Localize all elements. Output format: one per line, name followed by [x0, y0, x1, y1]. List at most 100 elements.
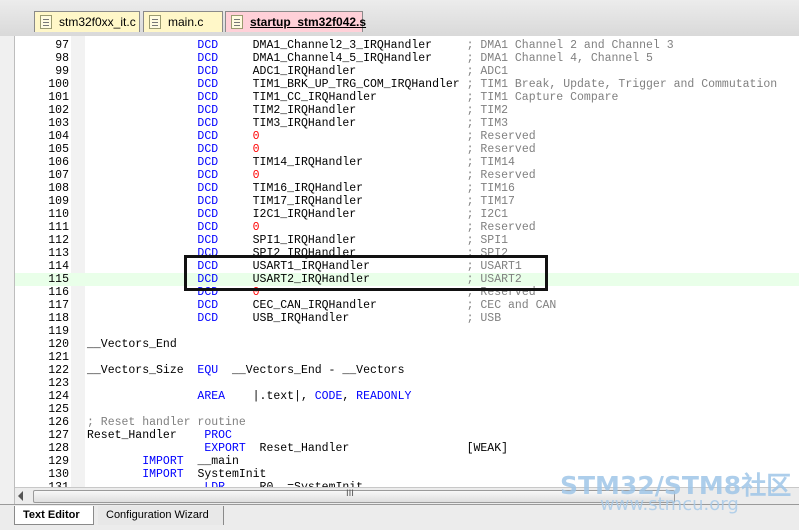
tab-label: stm32f0xx_it.c	[59, 15, 136, 29]
line-number: 109	[48, 195, 69, 208]
comment-token: ; Reserved	[466, 143, 536, 156]
code-line[interactable]: 97 DCD DMA1_Channel2_3_IRQHandler ; DMA1…	[15, 39, 799, 52]
keyword-token: DCD	[197, 195, 219, 208]
code-line[interactable]: 104 DCD 0 ; Reserved	[15, 130, 799, 143]
code-line[interactable]: 124 AREA |.text|, CODE, READONLY	[15, 390, 799, 403]
code-line[interactable]: 110 DCD I2C1_IRQHandler ; I2C1	[15, 208, 799, 221]
code-line[interactable]: 108 DCD TIM16_IRQHandler ; TIM16	[15, 182, 799, 195]
comment-token: ; Reserved	[466, 221, 536, 234]
code-token: SystemInit	[183, 468, 267, 481]
line-number: 126	[48, 416, 69, 429]
code-line[interactable]: 111 DCD 0 ; Reserved	[15, 221, 799, 234]
code-line[interactable]: 119	[15, 325, 799, 338]
code-token: __Vectors_End	[87, 338, 177, 351]
code-line[interactable]: 101 DCD TIM1_CC_IRQHandler ; TIM1 Captur…	[15, 91, 799, 104]
code-token: ,	[342, 390, 357, 403]
number-token: 0	[252, 169, 260, 182]
line-number: 108	[48, 182, 69, 195]
keyword-token: IMPORT	[142, 455, 184, 468]
line-number: 129	[48, 455, 69, 468]
code-line[interactable]: 103 DCD TIM3_IRQHandler ; TIM3	[15, 117, 799, 130]
tab-startup-file[interactable]: startup_stm32f042.s	[225, 11, 366, 32]
code-line[interactable]: 100 DCD TIM1_BRK_UP_TRG_COM_IRQHandler ;…	[15, 78, 799, 91]
keyword-token: READONLY	[356, 390, 412, 403]
line-code: DCD TIM3_IRQHandler ; TIM3	[87, 117, 508, 130]
line-code: DCD ADC1_IRQHandler ; ADC1	[87, 65, 508, 78]
keyword-token: DCD	[197, 208, 219, 221]
keyword-token: DCD	[197, 39, 219, 52]
scrollbar-grip: III	[346, 489, 354, 499]
keyword-token: DCD	[197, 65, 219, 78]
code-token: CEC_CAN_IRQHandler	[218, 299, 467, 312]
code-line[interactable]: 128 EXPORT Reset_Handler [WEAK]	[15, 442, 799, 455]
code-line[interactable]: 112 DCD SPI1_IRQHandler ; SPI1	[15, 234, 799, 247]
line-code: DCD I2C1_IRQHandler ; I2C1	[87, 208, 508, 221]
code-line[interactable]: 121	[15, 351, 799, 364]
code-line[interactable]: 109 DCD TIM17_IRQHandler ; TIM17	[15, 195, 799, 208]
code-line[interactable]: 102 DCD TIM2_IRQHandler ; TIM2	[15, 104, 799, 117]
line-code: DCD TIM1_CC_IRQHandler ; TIM1 Capture Co…	[87, 91, 618, 104]
line-code: IMPORT __main	[87, 455, 239, 468]
tab-stm32f0xx-it[interactable]: stm32f0xx_it.c	[34, 11, 140, 32]
code-token: Reset_Handler [WEAK]	[245, 442, 508, 455]
code-line[interactable]: 99 DCD ADC1_IRQHandler ; ADC1	[15, 65, 799, 78]
line-number: 113	[48, 247, 69, 260]
line-number: 118	[48, 312, 69, 325]
code-line[interactable]: 98 DCD DMA1_Channel4_5_IRQHandler ; DMA1…	[15, 52, 799, 65]
code-line[interactable]: 107 DCD 0 ; Reserved	[15, 169, 799, 182]
code-line[interactable]: 126 ; Reset handler routine	[15, 416, 799, 429]
tab-configuration-wizard[interactable]: Configuration Wizard	[98, 506, 224, 525]
annotation-box	[184, 255, 548, 291]
keyword-token: DCD	[197, 143, 219, 156]
file-tab-bar: stm32f0xx_it.c main.c startup_stm32f042.…	[0, 0, 799, 37]
line-number: 102	[48, 104, 69, 117]
code-token: TIM1_CC_IRQHandler	[218, 91, 467, 104]
code-token: TIM2_IRQHandler	[218, 104, 467, 117]
keyword-token: DCD	[197, 221, 219, 234]
comment-token: ; TIM3	[466, 117, 509, 130]
code-line[interactable]: 117 DCD CEC_CAN_IRQHandler ; CEC and CAN	[15, 299, 799, 312]
comment-token: ; TIM1 Capture Compare	[466, 91, 619, 104]
code-line[interactable]: 125	[15, 403, 799, 416]
tab-text-editor[interactable]: Text Editor	[14, 506, 94, 525]
line-number: 116	[48, 286, 69, 299]
code-token: DMA1_Channel2_3_IRQHandler	[218, 39, 467, 52]
comment-token: ; ADC1	[466, 65, 509, 78]
scroll-left-icon[interactable]	[18, 491, 23, 501]
line-number: 123	[48, 377, 69, 390]
line-code: DCD SPI1_IRQHandler ; SPI1	[87, 234, 508, 247]
comment-token: ; Reserved	[466, 130, 536, 143]
line-code: DCD USB_IRQHandler ; USB	[87, 312, 501, 325]
code-line[interactable]: 122 __Vectors_Size EQU __Vectors_End - __…	[15, 364, 799, 377]
line-code: DCD TIM14_IRQHandler ; TIM14	[87, 156, 514, 169]
comment-token: ; Reserved	[466, 169, 536, 182]
comment-token: ; CEC and CAN	[466, 299, 557, 312]
tab-main[interactable]: main.c	[143, 11, 223, 32]
keyword-token: DCD	[197, 91, 219, 104]
code-line[interactable]: 123	[15, 377, 799, 390]
code-token: Reset_Handler	[87, 429, 205, 442]
line-code: AREA |.text|, CODE, READONLY	[87, 390, 411, 403]
line-code: __Vectors_End	[87, 338, 177, 351]
code-line[interactable]: 120 __Vectors_End	[15, 338, 799, 351]
line-code: DCD 0 ; Reserved	[87, 221, 536, 234]
keyword-token: DCD	[197, 312, 219, 325]
code-line[interactable]: 127 Reset_Handler PROC	[15, 429, 799, 442]
code-line[interactable]: 105 DCD 0 ; Reserved	[15, 143, 799, 156]
line-number: 122	[48, 364, 69, 377]
code-token: __Vectors_End - __Vectors	[218, 364, 405, 377]
code-line[interactable]: 118 DCD USB_IRQHandler ; USB	[15, 312, 799, 325]
code-line[interactable]: 106 DCD TIM14_IRQHandler ; TIM14	[15, 156, 799, 169]
